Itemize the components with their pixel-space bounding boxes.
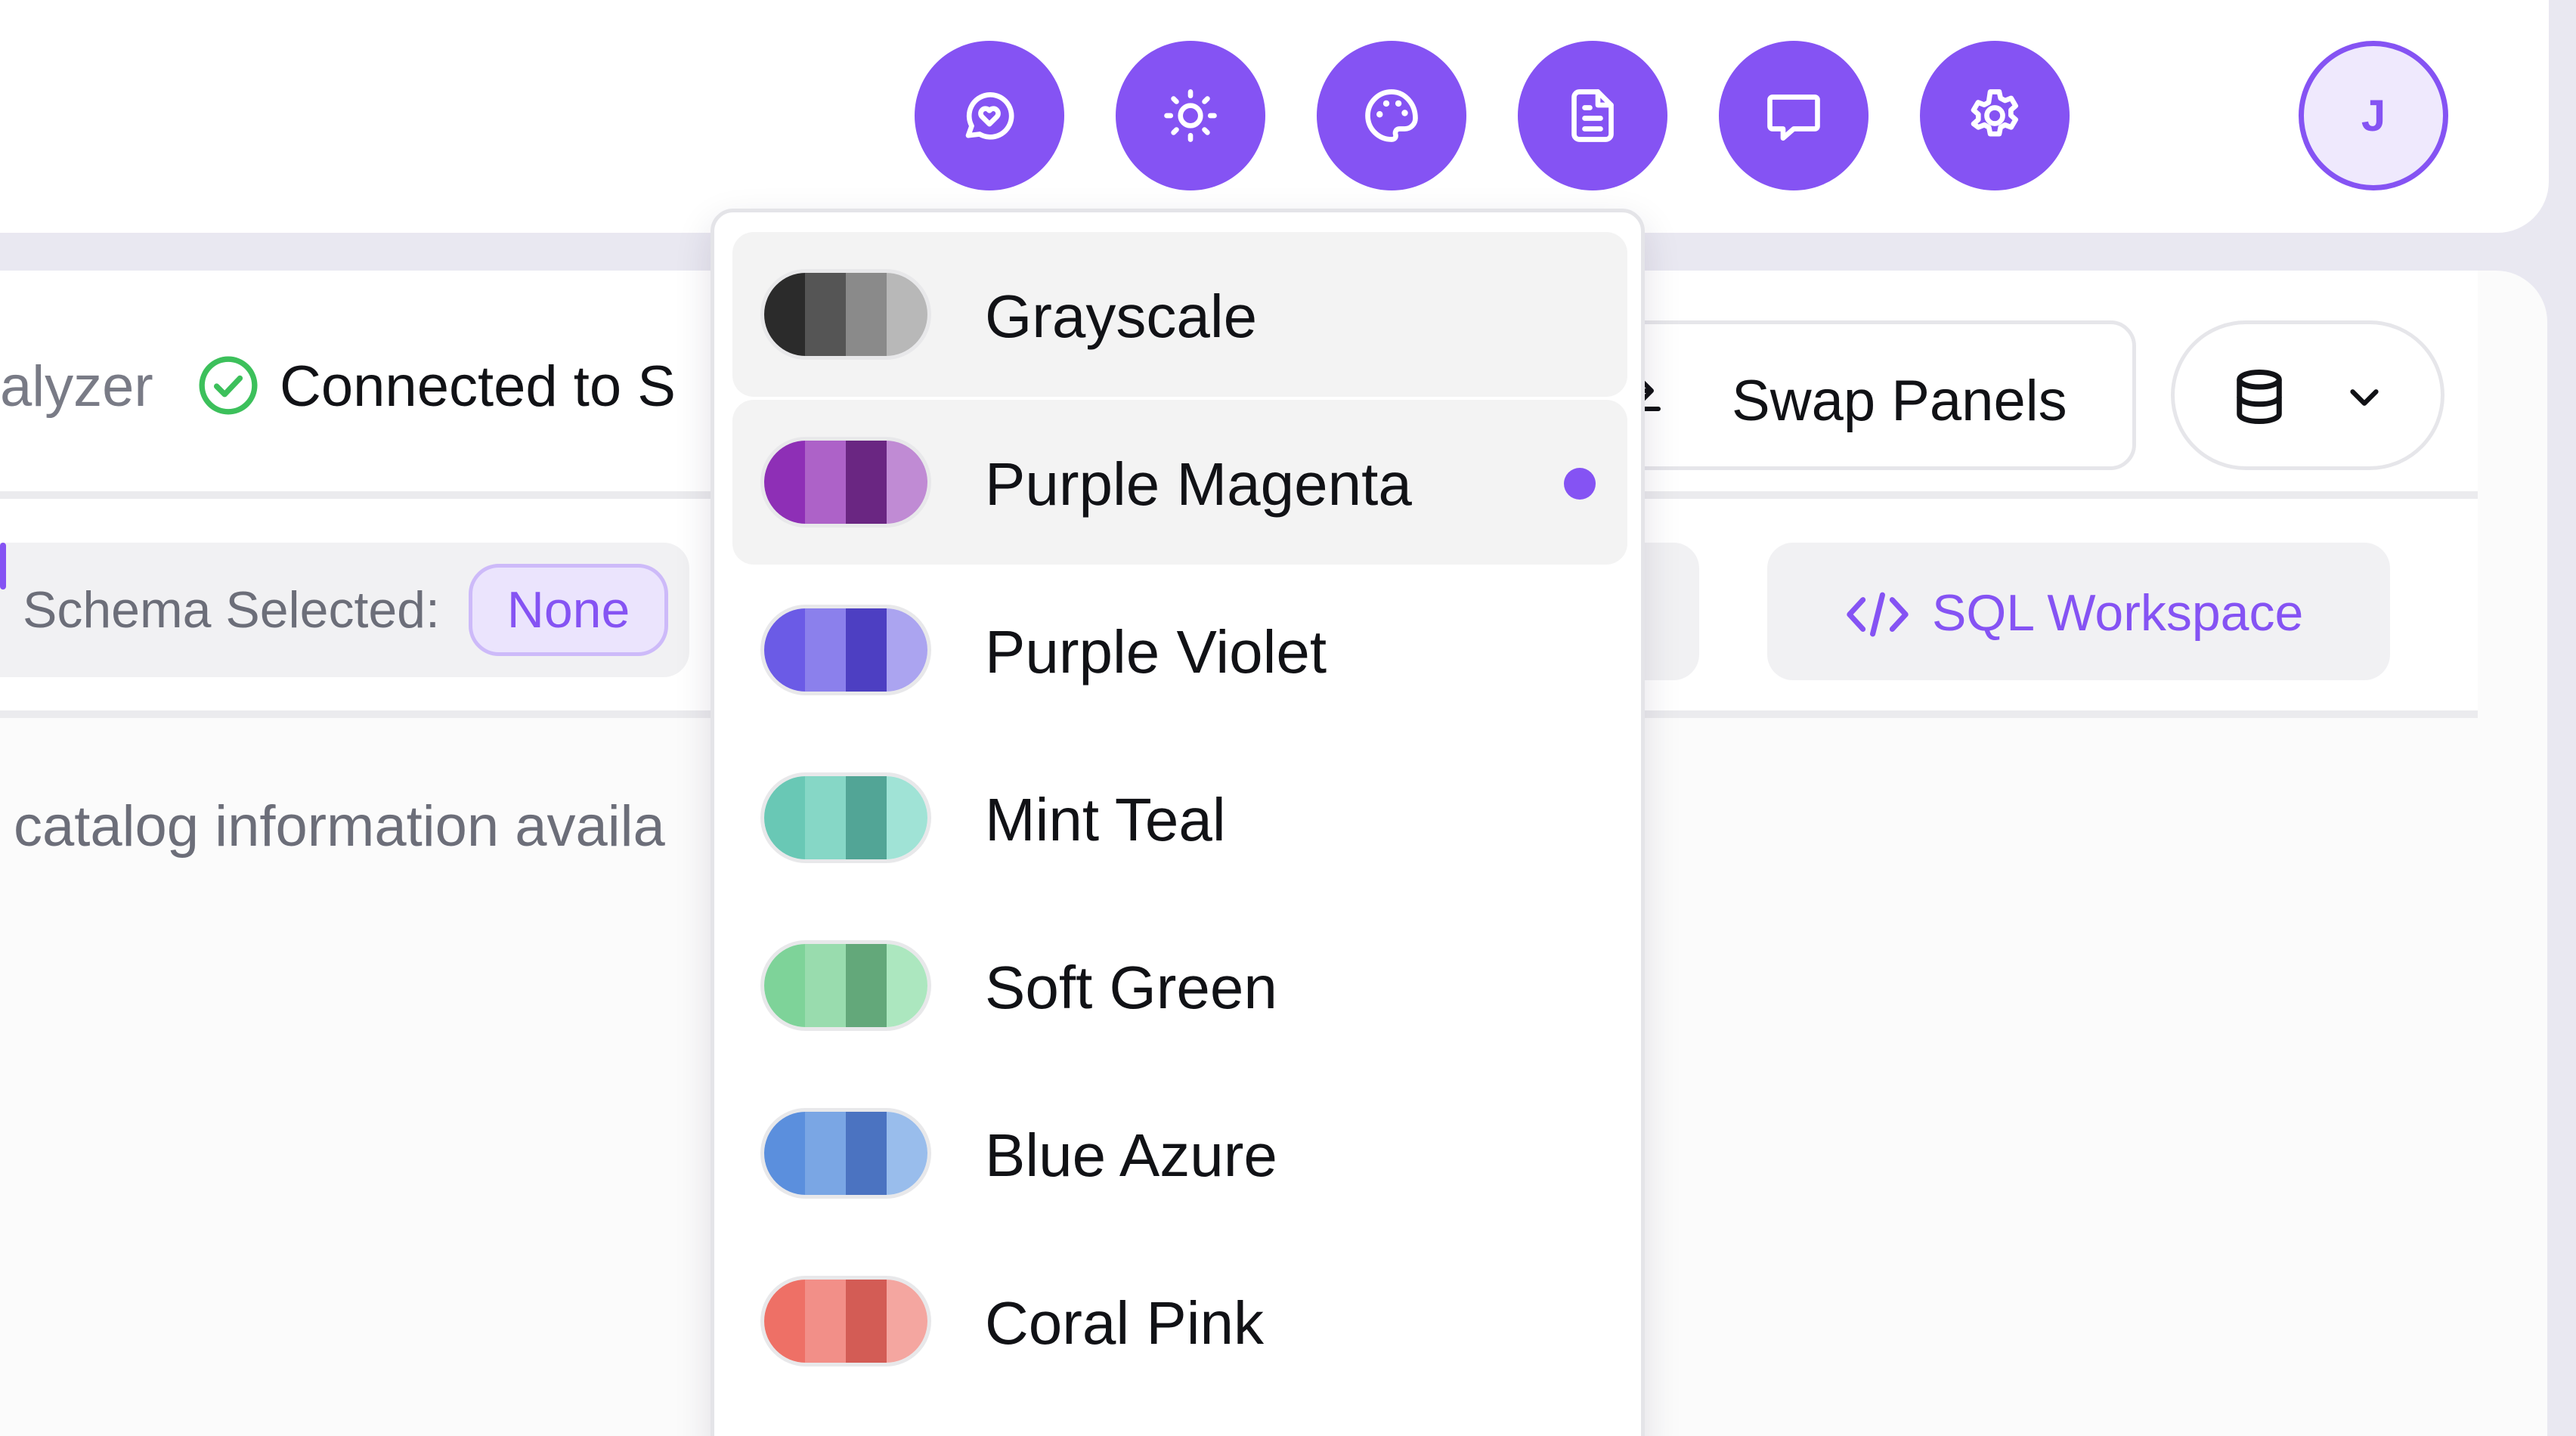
color-swatch bbox=[764, 776, 927, 859]
swap-panels-button[interactable]: Swap Panels bbox=[1587, 320, 2136, 470]
theme-option-purple-magenta[interactable]: Purple Magenta bbox=[732, 400, 1627, 565]
document-icon bbox=[1571, 89, 1614, 142]
schema-icon bbox=[0, 543, 6, 590]
swatch-stripe bbox=[764, 944, 805, 1027]
database-selector[interactable] bbox=[2171, 320, 2444, 470]
message-icon bbox=[1767, 94, 1820, 141]
swatch-stripe bbox=[887, 776, 927, 859]
connection-status: Connected to S bbox=[280, 354, 676, 419]
swatch-stripe bbox=[764, 776, 805, 859]
tab-sql-workspace[interactable]: SQL Workspace bbox=[1767, 543, 2390, 680]
swatch-stripe bbox=[887, 441, 927, 524]
theme-option-label: Coral Pink bbox=[985, 1289, 1265, 1357]
gear-icon bbox=[1971, 89, 2018, 137]
swatch-stripe bbox=[805, 1280, 846, 1363]
theme-mode-button[interactable] bbox=[1116, 41, 1265, 190]
schema-value-badge: None bbox=[469, 564, 668, 656]
swatch-stripe bbox=[887, 1112, 927, 1195]
swatch-stripe bbox=[805, 944, 846, 1027]
empty-state-message: catalog information availa bbox=[14, 794, 665, 859]
sun-icon bbox=[1164, 89, 1217, 142]
theme-option-purple-violet[interactable]: Purple Violet bbox=[732, 568, 1627, 732]
theme-option-label: Grayscale bbox=[985, 283, 1258, 350]
swatch-stripe bbox=[764, 1280, 805, 1363]
swatch-stripe bbox=[887, 1280, 927, 1363]
chevron-down-icon bbox=[2350, 389, 2379, 406]
sql-workspace-label: SQL Workspace bbox=[1932, 584, 2304, 642]
swatch-stripe bbox=[764, 441, 805, 524]
theme-option-label: Soft Green bbox=[985, 954, 1277, 1021]
theme-option-label: Blue Azure bbox=[985, 1122, 1277, 1189]
schema-selector[interactable]: Schema Selected: None bbox=[0, 543, 689, 677]
favorites-button[interactable] bbox=[915, 41, 1064, 190]
code-icon bbox=[1847, 592, 1909, 637]
swap-panels-label: Swap Panels bbox=[1732, 369, 2067, 433]
theme-option-soft-green[interactable]: Soft Green bbox=[732, 903, 1627, 1068]
top-header: J bbox=[0, 0, 2549, 233]
swatch-stripe bbox=[887, 608, 927, 692]
swatch-stripe bbox=[846, 1112, 887, 1195]
swatch-stripe bbox=[846, 776, 887, 859]
color-palette-button[interactable] bbox=[1317, 41, 1466, 190]
color-swatch bbox=[764, 273, 927, 356]
swatch-stripe bbox=[846, 273, 887, 356]
check-circle-icon bbox=[199, 356, 258, 415]
theme-option-label: Purple Violet bbox=[985, 618, 1327, 686]
swatch-stripe bbox=[846, 1280, 887, 1363]
schema-selected-label: Schema Selected: bbox=[23, 581, 440, 639]
color-swatch bbox=[764, 944, 927, 1027]
palette-icon bbox=[1365, 89, 1418, 142]
swatch-stripe bbox=[805, 608, 846, 692]
swatch-stripe bbox=[805, 273, 846, 356]
app-title: alyzer bbox=[0, 354, 153, 419]
theme-option-coral-pink[interactable]: Coral Pink bbox=[732, 1239, 1627, 1404]
settings-button[interactable] bbox=[1920, 41, 2070, 190]
theme-option-label: Purple Magenta bbox=[985, 450, 1412, 518]
color-swatch bbox=[764, 608, 927, 692]
selected-indicator bbox=[1564, 468, 1596, 500]
swatch-stripe bbox=[887, 273, 927, 356]
swatch-stripe bbox=[764, 273, 805, 356]
color-swatch bbox=[764, 1280, 927, 1363]
user-avatar[interactable]: J bbox=[2299, 41, 2448, 190]
swatch-stripe bbox=[887, 944, 927, 1027]
theme-option-mint-teal[interactable]: Mint Teal bbox=[732, 735, 1627, 900]
swatch-stripe bbox=[805, 1112, 846, 1195]
theme-option-label: Mint Teal bbox=[985, 786, 1226, 853]
chat-heart-icon bbox=[965, 92, 1014, 140]
color-swatch bbox=[764, 441, 927, 524]
theme-dropdown: Grayscale Purple Magenta Purple Violet Mint… bbox=[711, 209, 1645, 1436]
documentation-button[interactable] bbox=[1518, 41, 1667, 190]
theme-option-grayscale[interactable]: Grayscale bbox=[732, 232, 1627, 397]
swatch-stripe bbox=[764, 608, 805, 692]
swatch-stripe bbox=[805, 441, 846, 524]
theme-option-blue-azure[interactable]: Blue Azure bbox=[732, 1071, 1627, 1236]
swatch-stripe bbox=[846, 441, 887, 524]
swatch-stripe bbox=[846, 944, 887, 1027]
feedback-button[interactable] bbox=[1719, 41, 1869, 190]
swatch-stripe bbox=[764, 1112, 805, 1195]
swatch-stripe bbox=[805, 776, 846, 859]
database-icon bbox=[2237, 369, 2282, 425]
swatch-stripe bbox=[846, 608, 887, 692]
color-swatch bbox=[764, 1112, 927, 1195]
